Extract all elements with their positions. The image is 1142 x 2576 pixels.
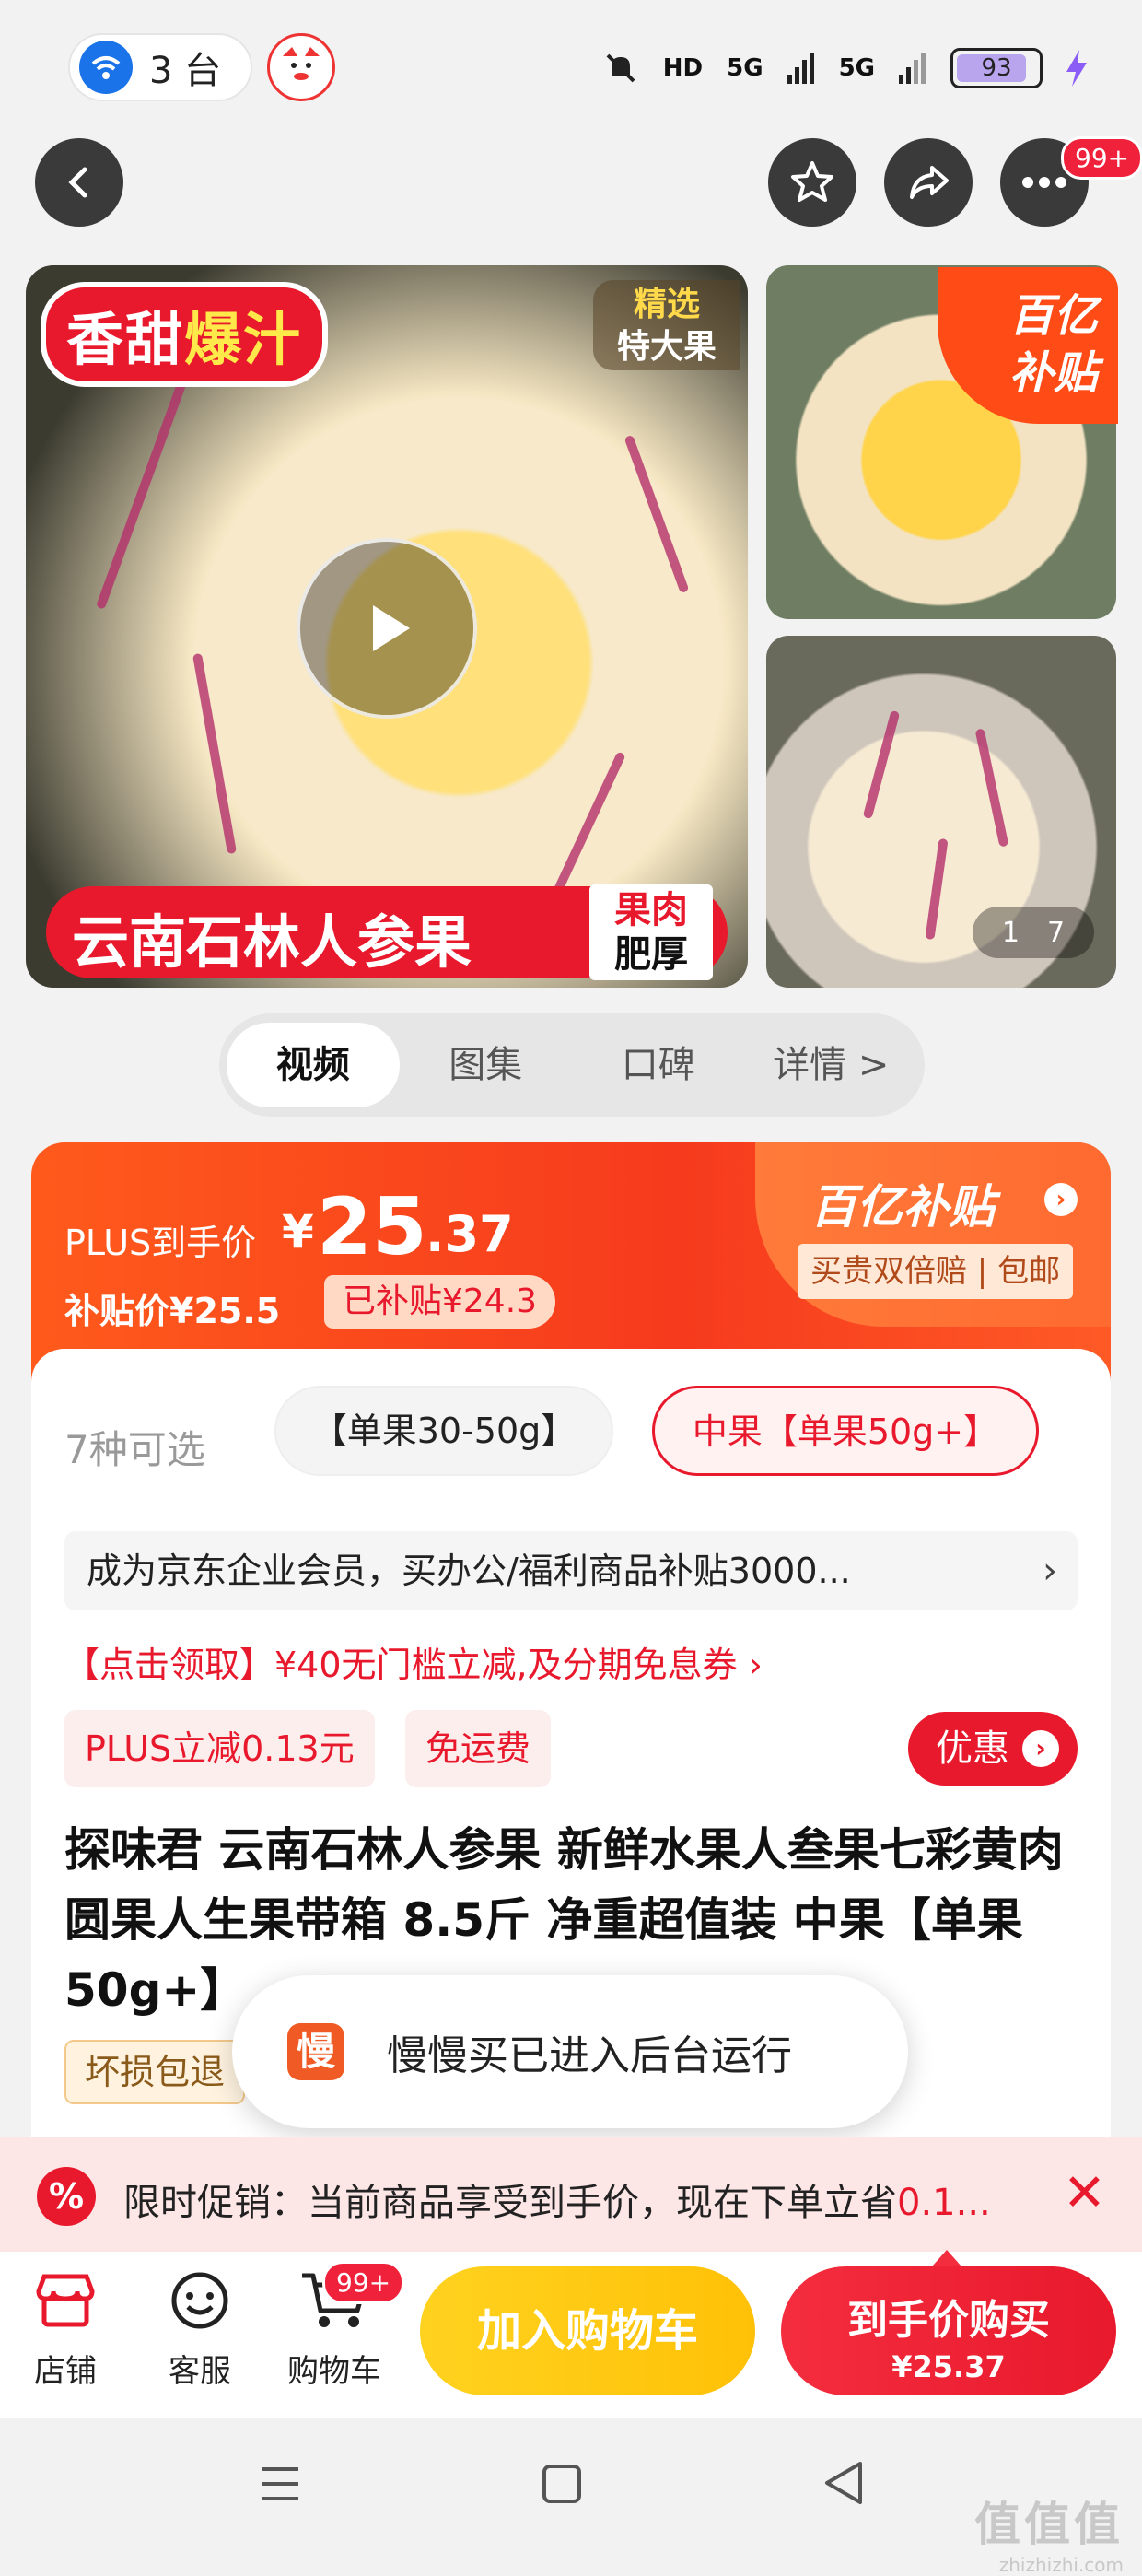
hd-label: HD xyxy=(662,54,704,82)
subsidy-guarantee: 买贵双倍赔 | 包邮 xyxy=(798,1244,1074,1299)
gallery-counter: 1 7 xyxy=(973,907,1094,958)
service-icon xyxy=(165,2268,235,2333)
signal-bars-icon-2 xyxy=(899,53,926,84)
tab-reviews[interactable]: 口碑 xyxy=(572,1023,745,1107)
buy-pointer xyxy=(932,2250,961,2266)
service-button[interactable]: 客服 xyxy=(149,2268,251,2391)
battery-level: 93 xyxy=(981,54,1012,82)
close-icon[interactable]: ✕ xyxy=(1063,2163,1106,2223)
select-tag-line2: 特大果 xyxy=(616,328,717,366)
option-medium-fruit[interactable]: 中果【单果50g+】 xyxy=(652,1386,1039,1476)
subsidy-price: 补贴价¥25.5 xyxy=(64,1291,281,1331)
watermark-url: zhizhizhi.com xyxy=(998,2554,1124,2576)
discount-label: 优惠 xyxy=(936,1727,1009,1770)
price-decimal: .37 xyxy=(425,1205,514,1263)
subsidy-title: 百亿补贴 xyxy=(810,1180,995,1234)
thick-flesh-tag: 果肉 肥厚 xyxy=(589,884,713,980)
tag-highlight: 爆汁 xyxy=(184,306,303,373)
signal-5g-2: 5G xyxy=(838,54,875,82)
media-tabs: 视频 图集 口碑 详情 > xyxy=(219,1013,925,1117)
gallery-total: 7 xyxy=(1047,916,1066,949)
home-icon[interactable] xyxy=(542,2464,582,2508)
chevron-right-icon-2: › xyxy=(1043,1550,1057,1592)
devices-count: 3 台 xyxy=(149,50,222,92)
plus-price-label: PLUS到手价 xyxy=(64,1223,257,1263)
status-icons: HD 5G 5G 93 xyxy=(602,41,1087,96)
selected-large-tag: 精选 特大果 xyxy=(593,280,740,370)
more-dots-icon xyxy=(1022,177,1066,188)
side-line2: 肥厚 xyxy=(614,933,688,976)
signal-5g-1: 5G xyxy=(727,54,763,82)
tab-video[interactable]: 视频 xyxy=(227,1023,400,1107)
subsidized-amount-tag: 已补贴¥24.3 xyxy=(324,1275,556,1329)
chevron-left-icon xyxy=(68,167,87,198)
service-label: 客服 xyxy=(169,2353,231,2390)
signal-bars-icon xyxy=(787,53,814,84)
gallery-index: 1 xyxy=(1001,916,1020,949)
wifi-icon xyxy=(79,41,133,94)
subsidy-line1: 百亿 xyxy=(1008,290,1098,342)
option-count[interactable]: 7种可选 xyxy=(64,1419,205,1475)
star-icon xyxy=(791,161,833,202)
subsidy-badge: 百亿 补贴 xyxy=(938,267,1118,424)
favorite-button[interactable] xyxy=(768,138,856,227)
charging-icon xyxy=(1066,50,1087,87)
back-button[interactable] xyxy=(35,138,123,227)
free-shipping-chip: 免运费 xyxy=(405,1710,552,1787)
play-video-button[interactable] xyxy=(297,538,477,719)
app-icon: 慢 xyxy=(287,2023,344,2080)
menu-icon[interactable] xyxy=(258,2464,302,2508)
option-small-fruit[interactable]: 【单果30-50g】 xyxy=(274,1386,613,1476)
shop-label: 店铺 xyxy=(34,2353,97,2390)
discount-button[interactable]: 优惠 › xyxy=(908,1712,1078,1786)
promo-highlight: 0.1... xyxy=(897,2182,991,2224)
add-to-cart-button[interactable]: 加入购物车 xyxy=(420,2266,755,2395)
side-line1: 果肉 xyxy=(614,889,688,931)
toast-message: 慢慢买已进入后台运行 xyxy=(387,2032,792,2079)
price-currency: ¥ xyxy=(282,1205,314,1259)
price-integer: 25 xyxy=(317,1181,427,1273)
buy-price: ¥25.37 xyxy=(891,2349,1006,2384)
enterprise-member-banner[interactable]: 成为京东企业会员，买办公/福利商品补贴3000... xyxy=(64,1531,1078,1610)
mascot-icon[interactable] xyxy=(267,33,335,101)
battery-icon: 93 xyxy=(950,48,1043,88)
tab-gallery[interactable]: 图集 xyxy=(400,1023,573,1107)
chevron-right-icon-3: › xyxy=(1022,1730,1059,1767)
coupon-link[interactable]: 【点击领取】¥40无门槛立减,及分期免息券 › xyxy=(64,1636,763,1687)
percent-icon: % xyxy=(37,2167,96,2226)
buy-label: 到手价购买 xyxy=(847,2297,1050,2344)
shop-button[interactable]: 店铺 xyxy=(15,2268,116,2391)
damage-refund-tag: 坏损包退 xyxy=(64,2040,246,2104)
promo-prefix: 限时促销：当前商品享受到手价，现在下单立省 xyxy=(123,2182,897,2224)
watermark-text: 值值值 xyxy=(974,2498,1124,2551)
background-run-toast: 慢 慢慢买已进入后台运行 xyxy=(232,1975,908,2128)
more-badge: 99+ xyxy=(1061,136,1142,180)
select-tag-line1: 精选 xyxy=(633,286,700,323)
chevron-right-icon[interactable]: › xyxy=(1044,1183,1078,1216)
promo-text: 限时促销：当前商品享受到手价，现在下单立省0.1... xyxy=(123,2172,991,2226)
tab-details[interactable]: 详情 > xyxy=(745,1023,918,1107)
shop-icon xyxy=(30,2268,100,2333)
share-icon xyxy=(910,166,949,199)
subsidy-line2: 补贴 xyxy=(1008,347,1098,399)
play-icon xyxy=(373,605,410,651)
cart-label: 购物车 xyxy=(287,2353,381,2390)
share-button[interactable] xyxy=(884,138,973,227)
status-bar: 3 台 HD 5G 5G 93 xyxy=(0,0,1142,129)
sweet-juicy-tag: 香甜爆汁 xyxy=(41,282,329,387)
mute-icon xyxy=(606,53,635,83)
cart-badge: 99+ xyxy=(322,2261,405,2304)
watermark: 值值值 zhizhizhi.com xyxy=(974,2488,1124,2576)
buy-now-button[interactable]: 到手价购买 ¥25.37 xyxy=(781,2266,1116,2395)
tag-prefix: 香甜 xyxy=(66,306,185,373)
plus-discount-chip: PLUS立减0.13元 xyxy=(64,1710,375,1787)
connected-devices-pill[interactable]: 3 台 xyxy=(68,33,252,101)
back-nav-icon[interactable] xyxy=(823,2460,864,2510)
